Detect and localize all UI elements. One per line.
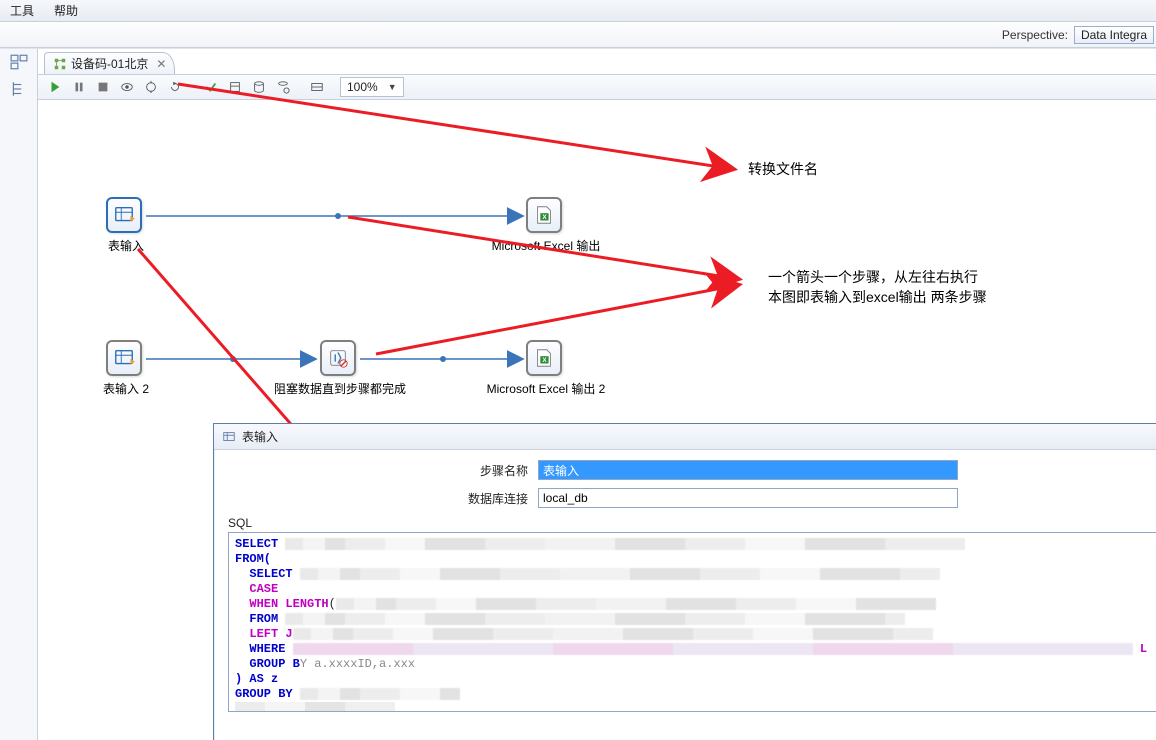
perspective-strip: Perspective: Data Integra (0, 22, 1156, 48)
step-name-label: 步骤名称 (448, 462, 528, 479)
annotation-transform-name: 转换文件名 (748, 159, 818, 179)
node-label: 阻塞数据直到步骤都完成 (274, 380, 406, 397)
table-input-dialog: 表输入 步骤名称 数据库连接 SQL SELECT FROM( SELECT C… (213, 423, 1156, 740)
editor-tab-label: 设备码-01北京 (71, 55, 148, 72)
annotation-step-line1: 一个箭头一个步骤，从左往右执行 (768, 267, 978, 287)
node-label: 表输入 2 (103, 380, 149, 397)
sql-button[interactable] (248, 77, 270, 97)
db-conn-label: 数据库连接 (448, 490, 528, 507)
editor-area: 设备码-01北京 ✕ 100% ▼ (38, 49, 1156, 740)
node-label: 表输入 (108, 237, 144, 254)
node-table-input-1[interactable]: 表输入 (104, 195, 148, 239)
verify-button[interactable] (200, 77, 222, 97)
dialog-title: 表输入 (242, 428, 278, 445)
node-label: Microsoft Excel 输出 (492, 237, 601, 254)
replay-button[interactable] (164, 77, 186, 97)
tree-icon[interactable] (10, 80, 28, 101)
show-results-button[interactable] (306, 77, 328, 97)
annotation-step-line2: 本图即表输入到excel输出 两条步骤 (768, 287, 987, 307)
node-excel-output-1[interactable]: X Microsoft Excel 输出 (524, 195, 568, 239)
dropdown-arrow-icon: ▼ (388, 82, 397, 92)
perspective-label: Perspective: (1002, 28, 1068, 42)
dialog-titlebar: 表输入 (214, 424, 1156, 450)
stop-button[interactable] (92, 77, 114, 97)
editor-toolbar: 100% ▼ (38, 74, 1156, 100)
explore-db-button[interactable] (272, 77, 294, 97)
pause-button[interactable] (68, 77, 90, 97)
preview-button[interactable] (116, 77, 138, 97)
node-excel-output-2[interactable]: X Microsoft Excel 输出 2 (524, 338, 568, 382)
db-conn-input[interactable] (538, 488, 958, 508)
run-button[interactable] (44, 77, 66, 97)
zoom-input[interactable]: 100% ▼ (340, 77, 404, 97)
sql-editor[interactable]: SELECT FROM( SELECT CASE WHEN LENGTH( FR… (228, 532, 1156, 712)
palette-icon[interactable] (10, 53, 28, 74)
node-table-input-2[interactable]: 表输入 2 (104, 338, 148, 382)
debug-button[interactable] (140, 77, 162, 97)
perspective-button[interactable]: Data Integra (1074, 26, 1154, 44)
node-label: Microsoft Excel 输出 2 (487, 380, 606, 397)
menubar: 工具 帮助 (0, 0, 1156, 22)
zoom-value: 100% (347, 80, 378, 94)
impact-button[interactable] (224, 77, 246, 97)
menu-help[interactable]: 帮助 (46, 0, 86, 21)
editor-tab[interactable]: 设备码-01北京 ✕ (44, 52, 175, 74)
node-block-until-done[interactable]: 阻塞数据直到步骤都完成 (318, 338, 362, 382)
svg-text:X: X (542, 357, 547, 364)
menu-tools[interactable]: 工具 (2, 0, 42, 21)
svg-text:X: X (542, 214, 547, 221)
sql-section-label: SQL (228, 516, 1156, 530)
side-palette (0, 49, 38, 740)
step-name-input[interactable] (538, 460, 958, 480)
close-tab-icon[interactable]: ✕ (156, 57, 166, 71)
